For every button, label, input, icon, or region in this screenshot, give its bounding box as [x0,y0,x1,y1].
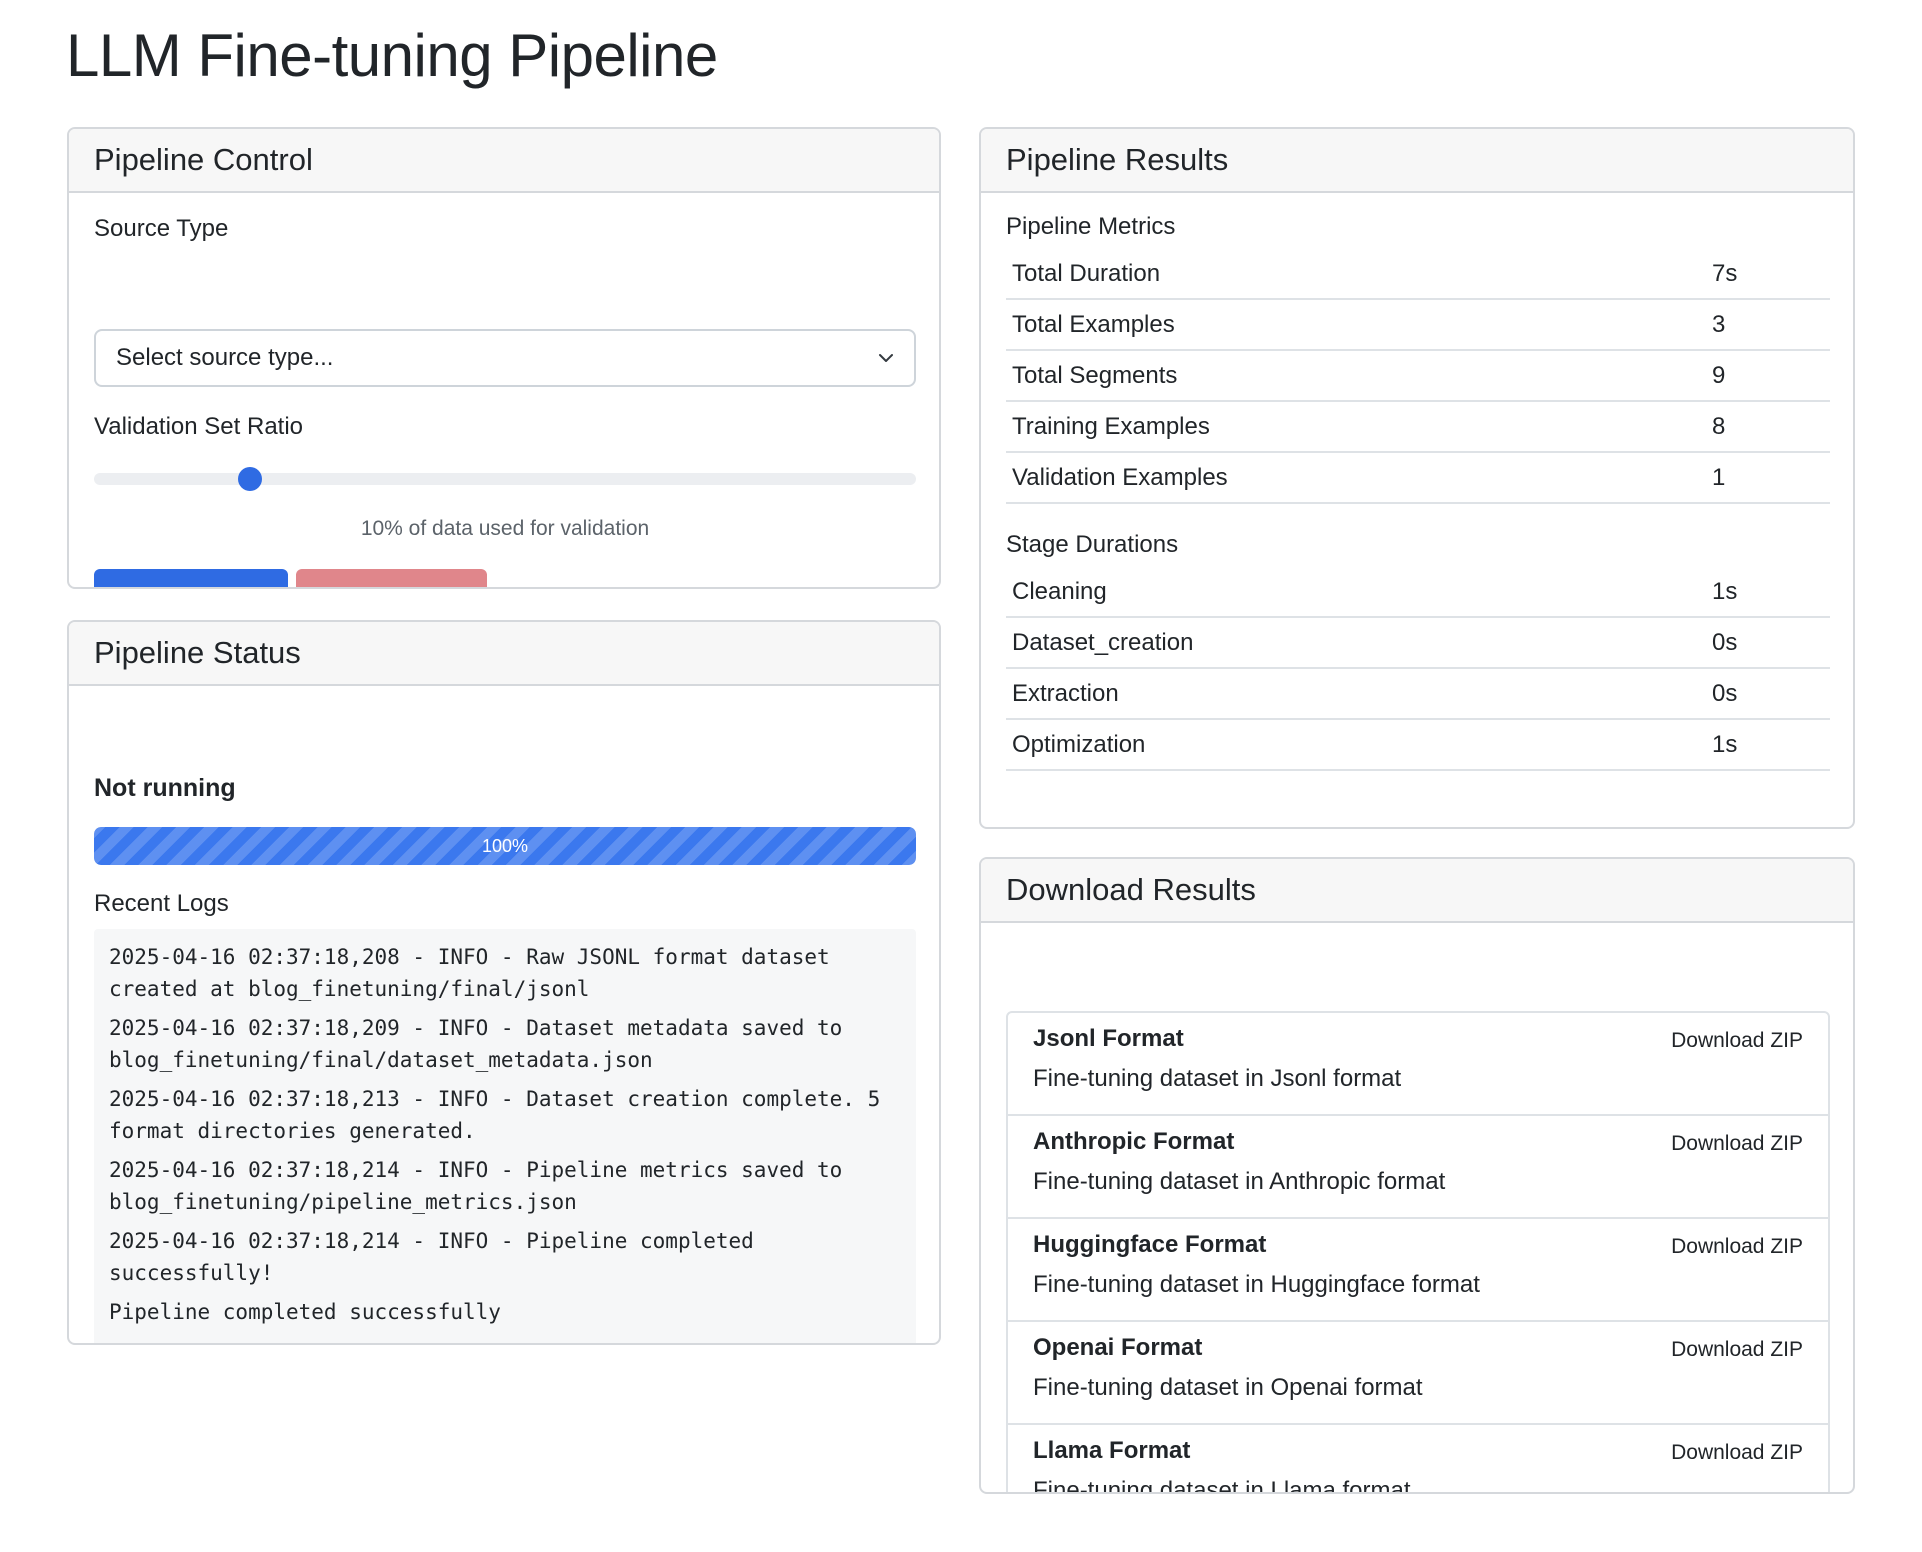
metric-value: 0s [1712,679,1738,707]
card-header: Pipeline Control [69,129,939,193]
metric-value: 0s [1712,628,1738,656]
list-item: Llama Format Fine-tuning dataset in Llama… [1008,1425,1828,1494]
format-name: Huggingface Format [1033,1231,1267,1258]
download-zip-link[interactable]: Download ZIP [1671,1029,1803,1053]
stage-durations-table: Cleaning 1s Dataset_creation 0s Extraction 0s… [1006,567,1830,771]
validation-ratio-slider[interactable] [94,473,916,485]
source-type-label: Source Type [94,215,229,242]
metric-value: 8 [1712,412,1726,440]
log-line: 2025-04-16 02:37:18,209 - INFO - Dataset… [109,1016,855,1072]
format-description: Fine-tuning dataset in Llama format [1033,1477,1411,1494]
format-name: Openai Format [1033,1334,1203,1361]
table-row: Extraction 0s [1006,669,1830,720]
log-line: Pipeline completed successfully [109,1300,501,1324]
format-description: Fine-tuning dataset in Openai format [1033,1374,1423,1401]
recent-logs-label: Recent Logs [94,890,229,917]
card-header: Pipeline Status [69,622,939,686]
metric-label: Dataset_creation [1012,628,1194,656]
format-description: Fine-tuning dataset in Jsonl format [1033,1065,1402,1092]
page: LLM Fine-tuning Pipeline Pipeline Contro… [0,0,1922,1552]
metric-label: Training Examples [1012,412,1210,440]
list-item: Anthropic Format Fine-tuning dataset in A… [1008,1116,1828,1219]
status-text: Not running [94,774,236,802]
format-name: Jsonl Format [1033,1025,1184,1052]
metric-value: 7s [1712,259,1738,287]
card-header: Pipeline Results [981,129,1853,193]
validation-ratio-label: Validation Set Ratio [94,413,304,440]
metric-label: Total Segments [1012,361,1178,389]
log-list: dataset 2025-04-16 02:37:18,208 - INFO - … [109,929,901,1335]
card-header: Download Results [981,859,1853,923]
format-name: Anthropic Format [1033,1128,1235,1155]
log-line: dataset [109,929,901,934]
list-item: Openai Format Fine-tuning dataset in Open… [1008,1322,1828,1425]
table-row: Total Examples 3 [1006,300,1830,351]
metric-label: Validation Examples [1012,463,1228,491]
metric-value: 3 [1712,310,1726,338]
metric-value: 1 [1712,463,1726,491]
log-line: 2025-04-16 02:37:18,214 - INFO - Pipelin… [109,1158,855,1214]
table-row: Validation Examples 1 [1006,453,1830,504]
metric-label: Extraction [1012,679,1119,707]
start-pipeline-button[interactable]: Start Pipeline [94,569,288,587]
metric-label: Optimization [1012,730,1146,758]
format-name: Llama Format [1033,1437,1191,1464]
download-zip-link[interactable]: Download ZIP [1671,1235,1803,1259]
format-description: Fine-tuning dataset in Anthropic format [1033,1168,1446,1195]
download-list: Jsonl Format Fine-tuning dataset in Jsonl… [1006,1011,1830,1494]
pipeline-metrics-title: Pipeline Metrics [1006,213,1176,240]
source-type-value: Select source type... [116,344,334,371]
table-row: Cleaning 1s [1006,567,1830,618]
table-row: Total Segments 9 [1006,351,1830,402]
list-item: Jsonl Format Fine-tuning dataset in Jsonl… [1008,1013,1828,1116]
metric-value: 1s [1712,730,1738,758]
progress-fill: 100% [94,827,916,865]
metric-label: Total Examples [1012,310,1175,338]
metric-value: 9 [1712,361,1726,389]
list-item: Huggingface Format Fine-tuning dataset in… [1008,1219,1828,1322]
log-panel[interactable]: dataset 2025-04-16 02:37:18,208 - INFO - … [94,929,916,1343]
metric-value: 1s [1712,577,1738,605]
log-line: 2025-04-16 02:37:18,214 - INFO - Pipelin… [109,1229,767,1285]
metric-label: Total Duration [1012,259,1161,287]
format-description: Fine-tuning dataset in Huggingface forma… [1033,1271,1480,1298]
pipeline-control-card: Pipeline Control Source Type Select sour… [67,127,941,589]
download-zip-link[interactable]: Download ZIP [1671,1338,1803,1362]
source-type-select[interactable]: Select source type... [94,329,916,387]
table-row: Dataset_creation 0s [1006,618,1830,669]
slider-thumb[interactable] [237,467,262,491]
log-line: 2025-04-16 02:37:18,213 - INFO - Dataset… [109,1087,893,1143]
download-results-card: Download Results Jsonl Format Fine-tuning… [979,857,1855,1494]
stage-durations-title: Stage Durations [1006,531,1179,558]
pipeline-status-card: Pipeline Status Not running 100% Recent … [67,620,941,1345]
validation-help-text: 10% of data used for validation [360,517,650,540]
metric-label: Cleaning [1012,577,1107,605]
table-row: Total Duration 7s [1006,249,1830,300]
download-zip-link[interactable]: Download ZIP [1671,1132,1803,1156]
table-row: Optimization 1s [1006,720,1830,771]
table-row: Training Examples 8 [1006,402,1830,453]
download-zip-link[interactable]: Download ZIP [1671,1441,1803,1465]
page-title: LLM Fine-tuning Pipeline [66,22,718,89]
metrics-table: Total Duration 7s Total Examples 3 Total Seg… [1006,249,1830,504]
chevron-down-icon [879,354,893,362]
progress-bar: 100% [94,827,916,865]
stop-pipeline-button[interactable]: Stop Pipeline [296,569,487,587]
log-line: 2025-04-16 02:37:18,208 - INFO - Raw JSO… [109,945,843,1001]
pipeline-results-card: Pipeline Results Pipeline Metrics Total … [979,127,1855,829]
